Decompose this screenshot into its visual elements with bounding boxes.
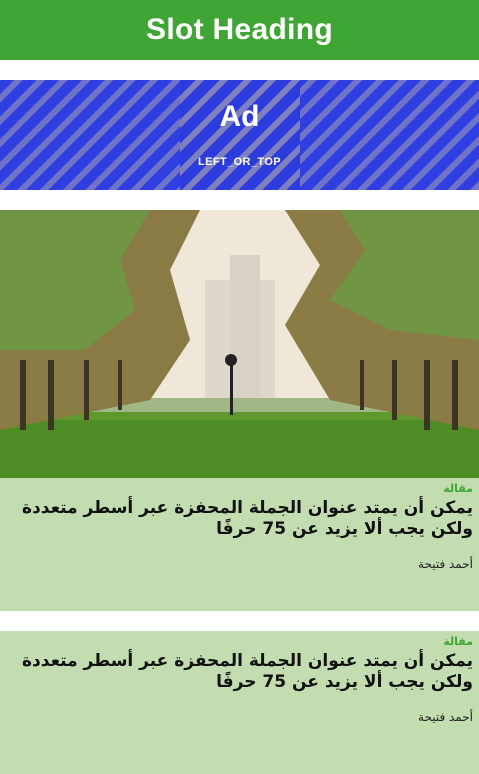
article-card[interactable]: مقالة يمكن أن يمتد عنوان الجملة المحفزة … [0, 478, 479, 611]
ad-center-band [180, 80, 300, 190]
article-card[interactable]: مقالة يمكن أن يمتد عنوان الجملة المحفزة … [0, 631, 479, 774]
palm-avenue-image [0, 210, 479, 478]
ad-banner[interactable]: Ad LEFT_OR_TOP [0, 80, 479, 190]
article-headline[interactable]: يمكن أن يمتد عنوان الجملة المحفزة عبر أس… [5, 651, 473, 693]
article-kicker: مقالة [443, 482, 473, 495]
article-author: أحمد فتيحة [418, 557, 473, 571]
ad-position-label: LEFT_OR_TOP [197, 156, 282, 168]
article-image[interactable] [0, 210, 479, 478]
ad-title: Ad [219, 100, 260, 133]
article-author: أحمد فتيحة [418, 710, 473, 724]
article-kicker: مقالة [443, 635, 473, 648]
slot-heading: Slot Heading [0, 0, 479, 60]
article-headline[interactable]: يمكن أن يمتد عنوان الجملة المحفزة عبر أس… [5, 498, 473, 540]
